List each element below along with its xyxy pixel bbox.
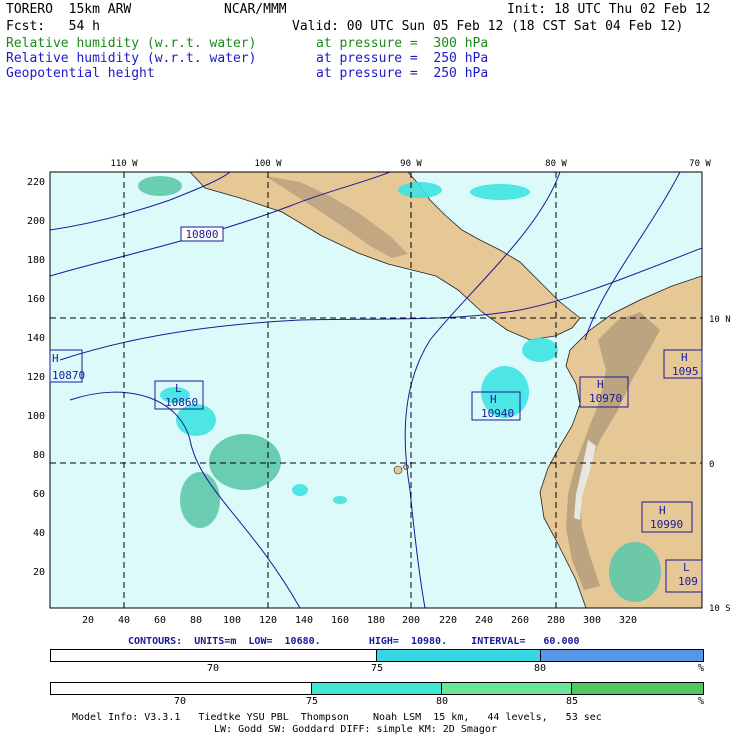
y-tick: 120 (27, 372, 45, 383)
x-tick: 260 (511, 615, 529, 626)
x-tick: 140 (295, 615, 313, 626)
x-tick: 120 (259, 615, 277, 626)
high-marker-3-letter: H (597, 378, 604, 391)
x-tick: 100 (223, 615, 241, 626)
high-marker-5-letter: H (659, 504, 666, 517)
x-tick: 180 (367, 615, 385, 626)
contour-label-10800: 10800 (185, 228, 218, 241)
lon-label-100w: 100 W (254, 159, 282, 169)
x-tick: 280 (547, 615, 565, 626)
scale1-segment-above-80 (541, 650, 703, 661)
y-tick: 80 (33, 450, 45, 461)
scale2-unit: % (698, 696, 705, 707)
low-marker-1-letter: L (175, 382, 182, 395)
x-tick: 20 (82, 615, 94, 626)
weather-map[interactable]: 10800 H 10870 L 10860 H 10940 H 10970 H … (0, 0, 740, 640)
lat-label-0: 0 (709, 460, 714, 470)
color-scale-250hpa (50, 649, 704, 662)
low-marker-2-letter: L (683, 561, 690, 574)
lon-label-70w: 70 W (689, 159, 711, 169)
lat-label-10n: 10 N (709, 315, 731, 325)
color-scale-300hpa (50, 682, 704, 695)
lon-label-90w: 90 W (400, 159, 422, 169)
high-marker-2-letter: H (490, 393, 497, 406)
scale1-tick: 75 (371, 663, 384, 674)
x-tick: 220 (439, 615, 457, 626)
scale2-segment-80-85 (442, 683, 572, 694)
lon-label-80w: 80 W (545, 159, 567, 169)
high-marker-4-letter: H (681, 351, 688, 364)
scale2-segment-75-80 (312, 683, 442, 694)
physics-info-line: LW: Godd SW: Goddard DIFF: simple KM: 2D… (214, 724, 497, 735)
y-tick: 100 (27, 411, 45, 422)
high-marker-4-value: 1095 (672, 365, 699, 378)
scale1-segment-below-75 (51, 650, 377, 661)
high-marker-5-value: 10990 (650, 518, 683, 531)
y-tick: 20 (33, 567, 45, 578)
scale2-segment-below-75 (51, 683, 312, 694)
model-info-line: Model Info: V3.3.1 Tiedtke YSU PBL Thomp… (72, 712, 602, 723)
lat-label-10s: 10 S (709, 604, 731, 614)
low-marker-2-value: 109 (678, 575, 698, 588)
scale1-segment-75-80 (377, 650, 541, 661)
low-marker-1-value: 10860 (165, 396, 198, 409)
scale1-tick: 80 (534, 663, 547, 674)
y-tick: 160 (27, 294, 45, 305)
scale2-tick: 85 (566, 696, 579, 707)
x-tick: 320 (619, 615, 637, 626)
x-tick: 240 (475, 615, 493, 626)
y-tick: 180 (27, 255, 45, 266)
x-tick: 80 (190, 615, 202, 626)
x-tick: 300 (583, 615, 601, 626)
scale2-tick: 80 (436, 696, 449, 707)
scale2-segment-above-85 (572, 683, 703, 694)
x-tick: 200 (402, 615, 420, 626)
y-tick: 40 (33, 528, 45, 539)
scale1-tick: 70 (207, 663, 220, 674)
x-tick: 160 (331, 615, 349, 626)
contour-info: CONTOURS: UNITS=m LOW= 10680. HIGH= 1098… (128, 636, 580, 647)
high-marker-1-value: 10870 (52, 369, 85, 382)
galapagos-islands (393, 465, 403, 475)
x-tick: 40 (118, 615, 130, 626)
y-tick: 200 (27, 216, 45, 227)
scale2-tick: 75 (306, 696, 319, 707)
y-tick: 220 (27, 177, 45, 188)
y-tick: 60 (33, 489, 45, 500)
y-tick: 140 (27, 333, 45, 344)
high-marker-2-value: 10940 (481, 407, 514, 420)
scale2-tick: 70 (174, 696, 187, 707)
x-tick: 60 (154, 615, 166, 626)
high-marker-1-letter: H (52, 352, 59, 365)
scale1-unit: % (698, 663, 705, 674)
lon-label-110w: 110 W (110, 159, 138, 169)
high-marker-3-value: 10970 (589, 392, 622, 405)
